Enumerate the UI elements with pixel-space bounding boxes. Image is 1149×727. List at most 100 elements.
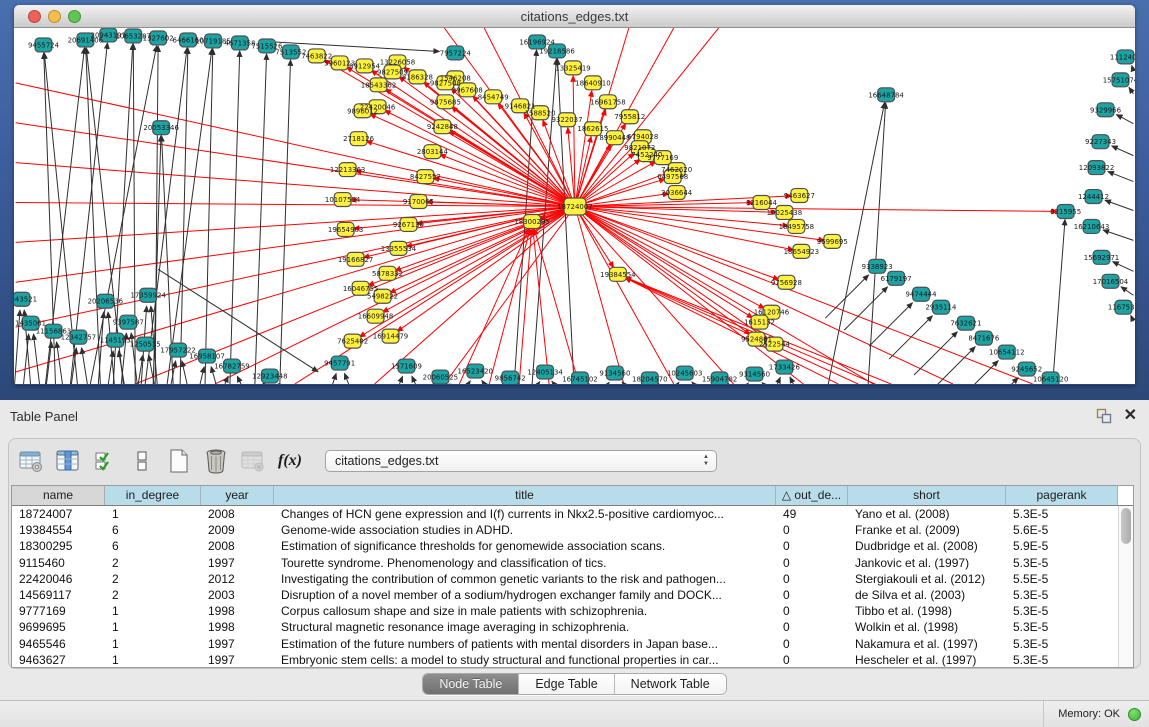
cell-year: 1998 xyxy=(201,603,274,619)
table-settings-icon[interactable] xyxy=(17,447,45,475)
table-row[interactable]: 911546021997Tourette syndrome. Phenomeno… xyxy=(12,555,1133,571)
function-builder-icon[interactable]: f(x) xyxy=(276,447,304,475)
graph-node-label: 10245603 xyxy=(667,370,702,378)
column-header-pagerank[interactable]: pagerank xyxy=(1006,486,1118,505)
graph-node-label: 1327602 xyxy=(143,34,174,42)
graph-node-label: 19218586 xyxy=(539,47,574,55)
graph-node-label: 18300295 xyxy=(514,218,549,226)
network-window-titlebar[interactable]: citations_edges.txt xyxy=(14,5,1135,28)
cell-pagerank: 5.6E-5 xyxy=(1006,522,1118,538)
cell-name: 9463627 xyxy=(12,652,105,668)
tab-edge-table[interactable]: Edge Table xyxy=(519,674,614,694)
table-row[interactable]: 946554611997Estimation of the future num… xyxy=(12,636,1133,652)
column-header-out_de[interactable]: △ out_de... xyxy=(776,486,848,505)
graph-edge xyxy=(790,377,793,384)
cell-in_degree: 1 xyxy=(105,603,201,619)
tab-node-table[interactable]: Node Table xyxy=(423,674,519,694)
graph-node-label: 2036644 xyxy=(661,189,693,197)
graph-node-label: 8454749 xyxy=(478,93,509,101)
cell-short: Stergiakouli et al. (2012) xyxy=(848,571,1006,587)
cell-pagerank: 5.9E-5 xyxy=(1006,538,1118,554)
table-row[interactable]: 1456911722003Disruption of a novel membe… xyxy=(12,587,1133,603)
network-view-window[interactable]: citations_edges.txt 94557242069140620943… xyxy=(14,5,1135,385)
graph-edge xyxy=(955,361,998,384)
cell-out_de: 0 xyxy=(776,571,848,587)
table-row[interactable]: 2242004622012Investigating the contribut… xyxy=(12,571,1133,587)
close-panel-icon[interactable]: ✕ xyxy=(1124,409,1137,423)
graph-edge xyxy=(375,206,575,384)
graph-node-label: 9756928 xyxy=(771,279,802,287)
cell-short: Hescheler et al. (1997) xyxy=(848,652,1006,668)
cell-in_degree: 1 xyxy=(105,652,201,668)
graph-edge xyxy=(777,377,780,384)
column-header-in_degree[interactable]: in_degree xyxy=(105,486,201,505)
cell-title: Structural magnetic resonance image aver… xyxy=(274,619,776,635)
graph-node-label: 9322037 xyxy=(551,116,582,124)
select-columns-icon[interactable] xyxy=(54,447,82,475)
table-row[interactable]: 977716911998Corpus callosum shape and si… xyxy=(12,603,1133,619)
graph-node-label: 10654112 xyxy=(989,349,1024,357)
table-row[interactable]: 1938455462009Genome-wide association stu… xyxy=(12,522,1133,538)
graph-node-label: 8912954 xyxy=(349,62,381,70)
graph-node-label: 7957224 xyxy=(440,49,472,57)
graph-node-label: 18204570 xyxy=(632,376,667,384)
new-table-icon[interactable] xyxy=(165,447,193,475)
cell-in_degree: 1 xyxy=(105,636,201,652)
cell-in_degree: 2 xyxy=(105,555,201,571)
table-scrollbar-thumb[interactable] xyxy=(1121,508,1131,544)
network-canvas-svg: 9455724206914062094319110653287132760264… xyxy=(14,28,1135,384)
table-selector-dropdown[interactable]: citations_edges.txt ▲▼ xyxy=(325,450,717,472)
memory-status-indicator[interactable] xyxy=(1128,708,1141,721)
cell-pagerank: 5.3E-5 xyxy=(1006,619,1118,635)
graph-node-label: 2522544 xyxy=(759,341,791,349)
graph-node-label: 1167533 xyxy=(1108,304,1135,312)
network-canvas[interactable]: 9455724206914062094319110653287132760264… xyxy=(14,28,1135,384)
graph-edge xyxy=(575,206,953,384)
graph-edge xyxy=(575,206,753,317)
cell-name: 18300295 xyxy=(12,538,105,554)
column-header-name[interactable]: name xyxy=(12,486,105,505)
graph-node-label: 1435061 xyxy=(15,320,46,328)
graph-node-label: 1244412 xyxy=(1078,193,1109,201)
graph-node-label: 16961758 xyxy=(590,98,625,106)
column-header-short[interactable]: short xyxy=(848,486,1006,505)
graph-edge xyxy=(557,59,574,384)
table-row[interactable]: 969969511998Structural magnetic resonanc… xyxy=(12,619,1133,635)
graph-edge xyxy=(1053,219,1065,384)
graph-node-label: 16609948 xyxy=(358,313,393,321)
graph-node-label: 18640910 xyxy=(575,79,610,87)
graph-edge xyxy=(482,381,484,384)
graph-node-label: 1733426 xyxy=(769,364,800,372)
column-header-year[interactable]: year xyxy=(201,486,274,505)
cell-out_de: 0 xyxy=(776,636,848,652)
cell-year: 1997 xyxy=(201,652,274,668)
graph-node-label: 10645120 xyxy=(1033,376,1068,384)
tab-network-table[interactable]: Network Table xyxy=(615,674,726,694)
table-row[interactable]: 1830029562008Estimation of significance … xyxy=(12,538,1133,554)
float-panel-icon[interactable] xyxy=(1096,408,1112,424)
graph-node-label: 16745102 xyxy=(562,376,597,384)
graph-node-label: 6794028 xyxy=(627,133,658,141)
delete-table-icon[interactable] xyxy=(202,447,230,475)
cell-year: 1997 xyxy=(201,636,274,652)
graph-edge xyxy=(678,382,679,384)
graph-node-label: 2935114 xyxy=(925,304,957,312)
cell-out_de: 0 xyxy=(776,538,848,554)
cell-short: Tibbo et al. (1998) xyxy=(848,603,1006,619)
table-row[interactable]: 1872400712008Changes of HCN gene express… xyxy=(12,506,1133,522)
table-scrollbar[interactable] xyxy=(1118,506,1133,667)
graph-node-label: 10025438 xyxy=(767,209,802,217)
column-header-title[interactable]: title xyxy=(274,486,776,505)
table-row[interactable]: 946362711997Embryonic stem cells: a mode… xyxy=(12,652,1133,668)
merge-columns-icon[interactable] xyxy=(128,447,156,475)
table-header-row: namein_degreeyeartitle△ out_de...shortpa… xyxy=(12,486,1133,506)
validate-columns-icon[interactable] xyxy=(91,447,119,475)
cell-title: Corpus callosum shape and size in male p… xyxy=(274,603,776,619)
table-panel: Table Panel ✕ xyxy=(0,400,1149,727)
dropdown-arrows-icon: ▲▼ xyxy=(703,454,709,468)
import-table-disabled-icon xyxy=(239,447,267,475)
cell-in_degree: 2 xyxy=(105,571,201,587)
cell-pagerank: 5.3E-5 xyxy=(1006,652,1118,668)
graph-node-label: 6497568 xyxy=(657,173,688,181)
graph-edge xyxy=(914,332,957,375)
